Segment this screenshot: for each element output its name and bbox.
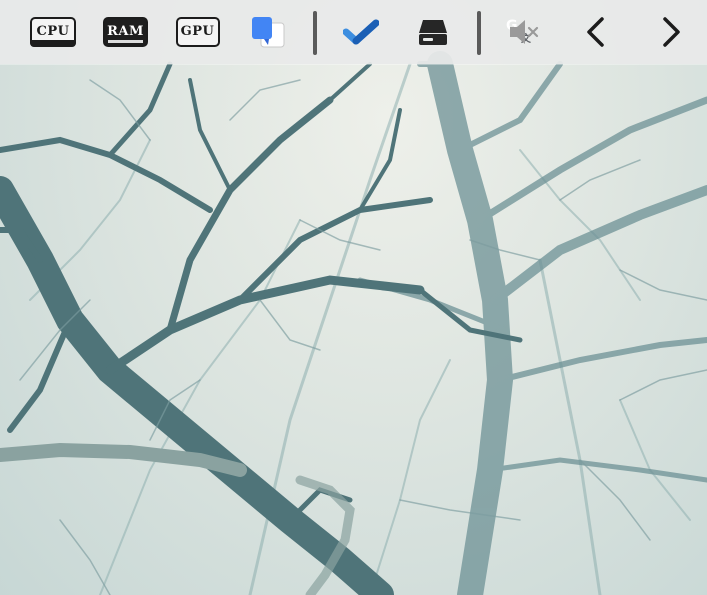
gpu-monitor-button[interactable]: GPU	[175, 0, 220, 64]
cpu-monitor-icon: CPU	[30, 17, 76, 47]
ram-monitor-button[interactable]: RAM	[103, 0, 148, 64]
chevron-right-icon	[663, 17, 680, 47]
desktop-screen: CPU RAM GPU G 文	[0, 0, 707, 595]
gpu-monitor-icon: GPU	[175, 17, 220, 47]
cpu-monitor-label: CPU	[36, 23, 70, 39]
cpu-monitor-button[interactable]: CPU	[30, 0, 76, 64]
ram-chip-stripe	[108, 40, 143, 43]
checkmark-tasks-icon	[343, 19, 379, 45]
disk-drive-icon	[419, 20, 447, 45]
chevron-left-icon	[587, 17, 604, 47]
previous-button[interactable]	[580, 0, 612, 64]
cpu-chip-base	[30, 40, 76, 47]
next-button[interactable]	[655, 0, 687, 64]
google-translate-icon	[252, 17, 285, 48]
ram-monitor-label: RAM	[107, 23, 144, 39]
gpu-monitor-label: GPU	[180, 23, 215, 39]
tray-separator-2	[477, 11, 481, 55]
top-panel: CPU RAM GPU G 文	[0, 0, 707, 64]
bare-trees-illustration	[0, 51, 707, 595]
volume-button[interactable]	[506, 0, 542, 64]
ram-monitor-icon: RAM	[103, 17, 148, 47]
desktop-wallpaper	[0, 0, 707, 595]
disk-drive-button[interactable]	[416, 0, 450, 64]
tasks-app-button[interactable]	[343, 0, 379, 64]
tray-separator-1	[313, 11, 317, 55]
google-translate-button[interactable]: G 文	[250, 0, 531, 64]
volume-muted-icon	[510, 20, 539, 44]
